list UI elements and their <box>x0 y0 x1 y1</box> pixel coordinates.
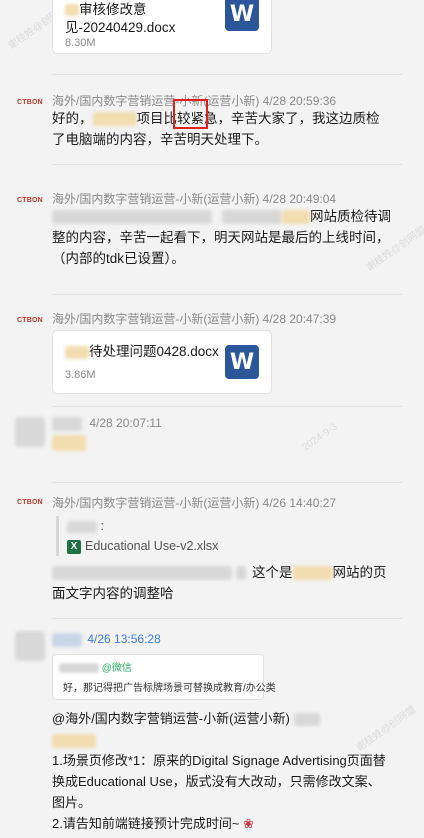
timestamp: 4/26 13:56:28 <box>87 632 161 646</box>
avatar[interactable]: CTBON <box>12 182 48 218</box>
quoted-file-name[interactable]: Educational Use-v2.xlsx <box>85 539 218 553</box>
file-card[interactable]: 审核修改意 见-20240429.docx 8.30M W <box>52 0 272 54</box>
timestamp: 4/28 20:59:36 <box>262 94 337 108</box>
file-name: 审核修改意 见-20240429.docx <box>65 2 176 35</box>
file-name: 待处理问题0428.docx <box>65 343 219 361</box>
sender-name[interactable]: 海外/国内数字营销运营-小新(运营小新) <box>52 496 259 510</box>
sender-name[interactable]: 海外/国内数字营销运营-小新(运营小新) <box>52 192 259 206</box>
wechat-tag: @微信 <box>101 663 132 674</box>
quoted-message[interactable]: : X Educational Use-v2.xlsx <box>56 516 218 556</box>
excel-file-icon: X <box>67 539 81 554</box>
avatar[interactable]: CTBON <box>12 484 48 520</box>
avatar[interactable] <box>12 628 48 664</box>
timestamp: 4/28 20:49:04 <box>262 192 337 206</box>
sender-name[interactable]: 海外/国内数字营销运营-小新(运营小新) <box>52 94 259 108</box>
divider <box>52 406 402 407</box>
quoted-wechat-card[interactable]: @微信 好，那记得把广告标牌场景可替换成教育/办公类 <box>52 654 276 700</box>
message-text: 网站质检待调整的内容，辛苦一起看下，明天网站是最后的上线时间，（内部的tdk已设… <box>52 209 391 266</box>
divider <box>52 294 402 295</box>
message-header: 4/26 13:56:28 <box>52 632 161 647</box>
avatar[interactable]: CTBON <box>12 302 48 338</box>
quoted-text: 好，那记得把广告标牌场景可替换成教育/办公类 <box>63 683 276 694</box>
avatar[interactable] <box>12 414 48 450</box>
highlight-box <box>173 99 208 129</box>
message-text: @海外/国内数字营销运营-小新(运营小新) 1.场景页修改*1：原来的Digit… <box>52 711 386 831</box>
file-card[interactable]: 待处理问题0428.docx 3.86M W <box>52 330 272 394</box>
message-header: 海外/国内数字营销运营-小新(运营小新) 4/28 20:47:39 <box>52 310 336 327</box>
file-size: 3.86M <box>65 369 96 381</box>
word-file-icon: W <box>225 0 259 31</box>
file-size: 8.30M <box>65 37 96 49</box>
sender-name[interactable]: 海外/国内数字营销运营-小新(运营小新) <box>52 312 259 326</box>
timestamp: 4/26 14:40:27 <box>262 496 337 510</box>
divider <box>52 618 402 619</box>
message-header: 4/28 20:07:11 <box>52 416 162 431</box>
message-text: 这个是 网站的页面文字内容的调整哈 <box>52 565 387 601</box>
divider <box>52 164 402 165</box>
timestamp: 4/28 20:47:39 <box>262 312 337 326</box>
divider <box>52 74 402 75</box>
word-file-icon: W <box>225 345 259 379</box>
avatar[interactable]: CTBON <box>12 84 48 120</box>
mention[interactable]: @海外/国内数字营销运营-小新(运营小新) <box>52 711 290 726</box>
message-header: 海外/国内数字营销运营-小新(运营小新) 4/26 14:40:27 <box>52 494 336 511</box>
message-text: 好的， 项目比较紧急，辛苦大家了，我这边质检了电脑端的内容，辛苦明天处理下。 <box>52 111 380 147</box>
rose-emoji-icon: ❀ <box>239 816 254 831</box>
timestamp: 4/28 20:07:11 <box>89 416 162 430</box>
divider <box>52 482 402 483</box>
message-content-redacted <box>52 432 392 453</box>
message-header: 海外/国内数字营销运营-小新(运营小新) 4/28 20:49:04 <box>52 190 336 207</box>
